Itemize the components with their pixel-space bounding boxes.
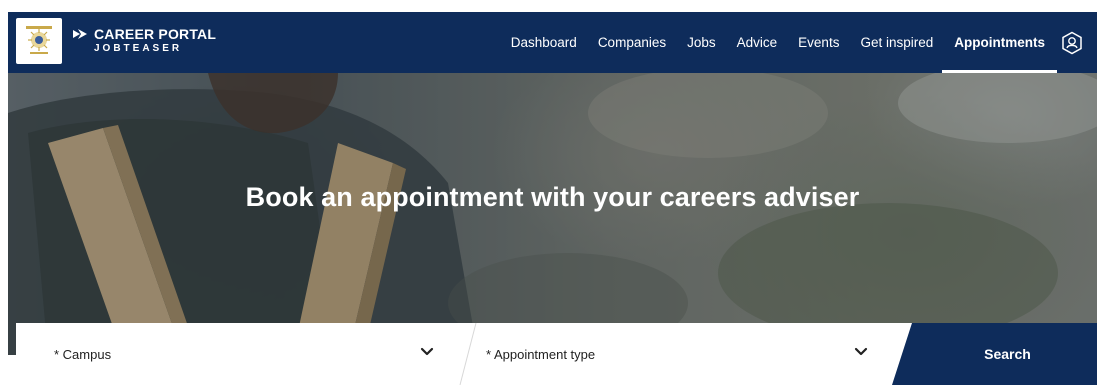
chevron-down-icon xyxy=(420,347,434,356)
nav-item-companies[interactable]: Companies xyxy=(598,12,666,73)
main-nav: Dashboard Companies Jobs Advice Events G… xyxy=(490,12,1057,73)
university-seal-icon xyxy=(26,26,52,54)
brand-subtitle: JOBTEASER xyxy=(94,43,183,54)
university-logo[interactable] xyxy=(16,18,62,64)
nav-item-jobs[interactable]: Jobs xyxy=(687,12,716,73)
hero-title: Book an appointment with your careers ad… xyxy=(245,182,860,212)
appointment-type-select-label: * Appointment type xyxy=(486,346,596,362)
campus-select[interactable]: * Campus xyxy=(16,323,456,385)
brand-title: CAREER PORTAL xyxy=(94,26,217,42)
user-hexagon-icon xyxy=(1062,31,1082,55)
brand[interactable]: CAREER PORTAL JOBTEASER xyxy=(72,26,216,54)
top-navigation-bar: CAREER PORTAL JOBTEASER Dashboard Compan… xyxy=(8,12,1097,73)
nav-item-appointments[interactable]: Appointments xyxy=(942,12,1057,73)
nav-item-advice[interactable]: Advice xyxy=(737,12,778,73)
nav-item-get-inspired[interactable]: Get inspired xyxy=(860,12,933,73)
page: CAREER PORTAL JOBTEASER Dashboard Compan… xyxy=(8,0,1097,385)
appointment-type-select[interactable]: * Appointment type xyxy=(456,323,896,385)
nav-item-events[interactable]: Events xyxy=(798,12,839,73)
jobteaser-arrow-icon xyxy=(73,29,87,39)
hero-overlay xyxy=(8,73,1097,355)
chevron-down-icon xyxy=(854,347,868,356)
profile-button[interactable] xyxy=(1059,29,1085,57)
appointment-search-bar: * Campus * Appointment type Search xyxy=(16,323,1097,385)
nav-item-dashboard[interactable]: Dashboard xyxy=(511,12,577,73)
hero-banner: Book an appointment with your careers ad… xyxy=(8,73,1097,355)
search-button[interactable]: Search xyxy=(892,323,1097,385)
campus-select-label: * Campus xyxy=(54,346,112,362)
